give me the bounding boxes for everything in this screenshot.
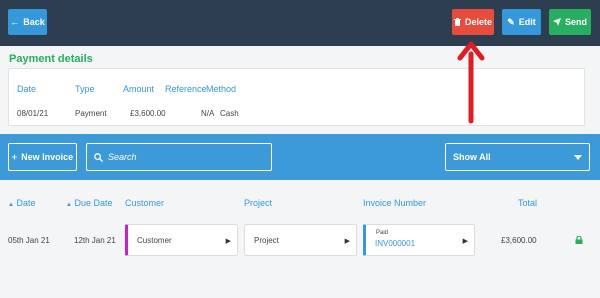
annotation-arrow <box>457 41 485 124</box>
